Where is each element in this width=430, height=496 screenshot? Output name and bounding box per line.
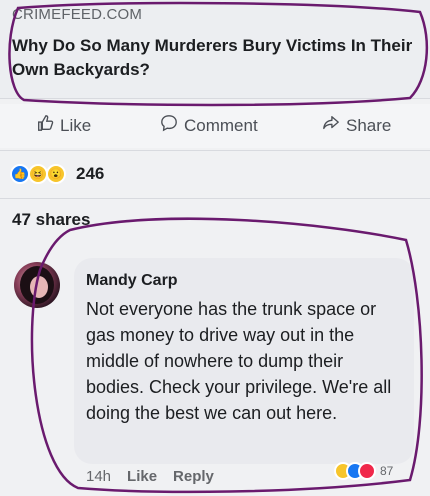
love-icon xyxy=(358,462,376,480)
wow-icon: 😮 xyxy=(46,164,66,184)
comment-reaction-count: 87 xyxy=(380,464,394,478)
speech-bubble-icon xyxy=(160,114,178,137)
comment-text: Not everyone has the trunk space or gas … xyxy=(86,299,392,423)
comment-reaction-summary[interactable]: 87 xyxy=(334,462,393,480)
avatar[interactable] xyxy=(14,262,60,308)
like-label: Like xyxy=(60,115,92,135)
thumbs-up-icon xyxy=(36,114,54,137)
comment-label: Comment xyxy=(184,115,258,135)
link-domain: CRIMEFEED.COM xyxy=(12,6,143,23)
shares-count[interactable]: 47 shares xyxy=(12,210,90,230)
haha-icon: 😆 xyxy=(28,164,48,184)
divider xyxy=(0,98,430,99)
link-preview-card[interactable]: CRIMEFEED.COM Why Do So Many Murderers B… xyxy=(0,0,430,98)
comment-like-link[interactable]: Like xyxy=(127,468,157,485)
like-button[interactable]: Like xyxy=(36,114,91,137)
reaction-count: 246 xyxy=(76,164,105,183)
comment-meta: 14h Like Reply xyxy=(86,468,214,485)
share-button[interactable]: Share xyxy=(322,114,391,137)
reaction-summary[interactable]: 👍 😆 😮 246 xyxy=(10,164,104,184)
post-action-bar: Like Comment Share xyxy=(0,104,430,148)
comment-reply-link[interactable]: Reply xyxy=(173,468,214,485)
divider xyxy=(0,198,430,199)
comment-author[interactable]: Mandy Carp xyxy=(86,272,178,290)
share-arrow-icon xyxy=(322,114,340,137)
comment-time[interactable]: 14h xyxy=(86,468,111,485)
link-headline[interactable]: Why Do So Many Murderers Bury Victims In… xyxy=(12,34,422,82)
like-icon: 👍 xyxy=(10,164,30,184)
comment-button[interactable]: Comment xyxy=(160,114,258,137)
share-label: Share xyxy=(346,115,392,135)
divider xyxy=(0,150,430,151)
